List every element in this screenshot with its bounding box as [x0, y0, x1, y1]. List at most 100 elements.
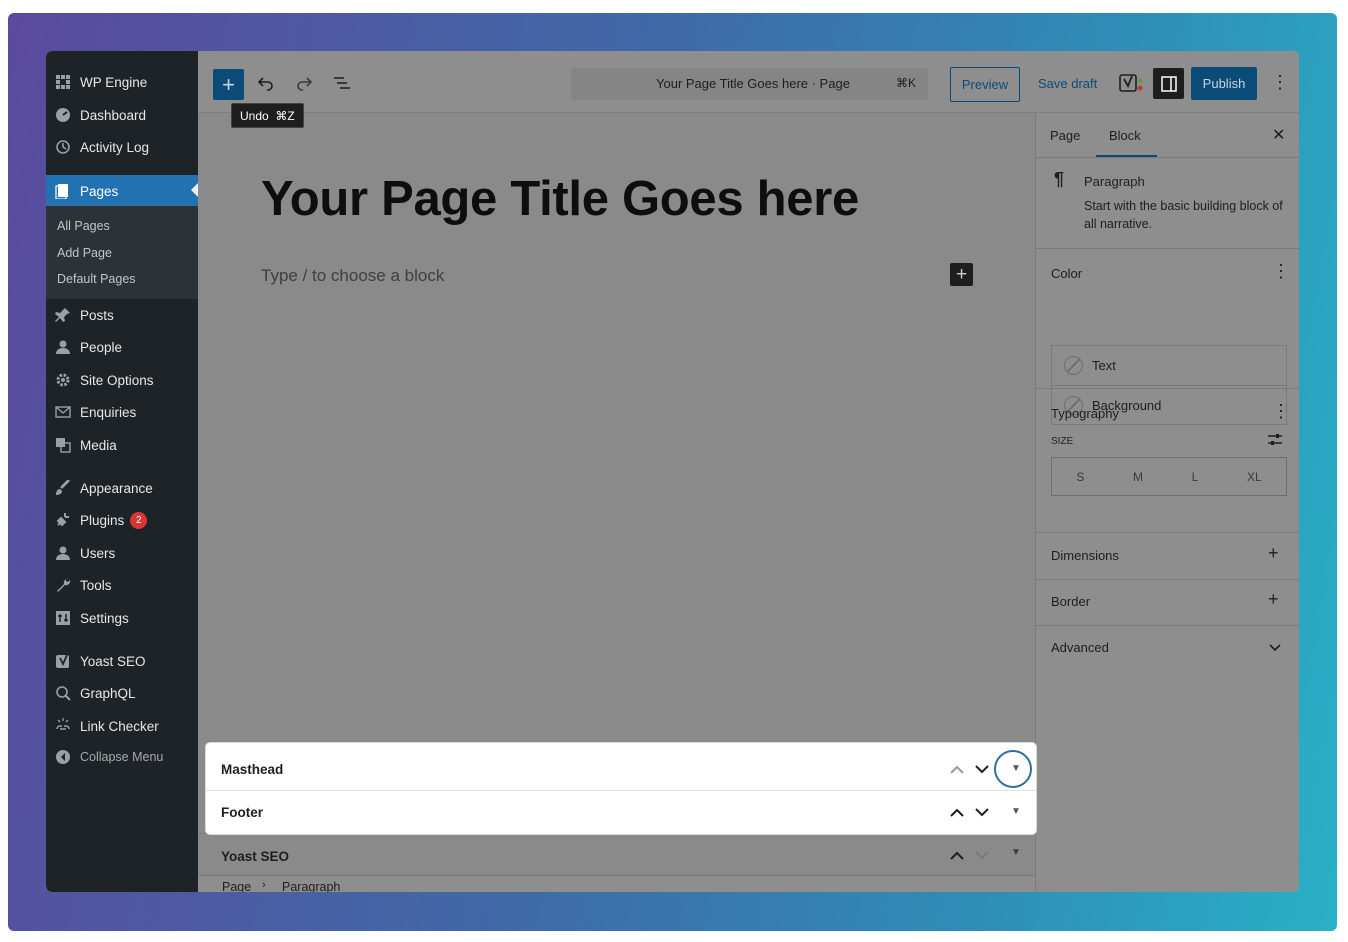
advanced-panel[interactable]: Advanced	[1036, 626, 1299, 671]
custom-size-toggle-icon[interactable]	[1267, 433, 1283, 447]
block-card: ¶ Paragraph Start with the basic buildin…	[1036, 158, 1299, 249]
color-option-label: Text	[1092, 358, 1116, 373]
yoast-icon	[1119, 74, 1143, 92]
dimensions-panel[interactable]: Dimensions +	[1036, 533, 1299, 580]
metabox-title: Footer	[221, 804, 263, 820]
close-icon[interactable]: ✕	[1272, 125, 1285, 145]
undo-button[interactable]	[254, 71, 278, 95]
submenu-default-pages[interactable]: Default Pages	[57, 272, 136, 286]
toggle-triangle-icon[interactable]: ▼	[1011, 847, 1021, 858]
pages-submenu: All Pages Add Page Default Pages	[46, 206, 198, 299]
sidebar-item-label: Site Options	[80, 372, 154, 388]
sidebar-item-label: People	[80, 339, 123, 355]
breadcrumb-paragraph[interactable]: Paragraph	[282, 880, 340, 892]
size-s-option[interactable]: S	[1076, 470, 1084, 484]
tab-block[interactable]: Block	[1109, 128, 1141, 143]
masthead-metabox[interactable]: Masthead ▼	[206, 748, 1036, 791]
document-overview-button[interactable]	[330, 71, 354, 95]
sidebar-item-plugins[interactable]: Plugins 2	[46, 505, 198, 535]
sidebar-item-settings[interactable]: Settings	[46, 603, 198, 633]
metabox-highlight-panel: Masthead ▼ Footer ▼	[206, 743, 1036, 834]
block-breadcrumb: Page › Paragraph	[198, 875, 1035, 892]
save-draft-button[interactable]: Save draft	[1038, 76, 1097, 91]
wp-engine-icon	[54, 73, 72, 91]
submenu-all-pages[interactable]: All Pages	[57, 219, 110, 233]
sidebar-item-site-options[interactable]: Site Options	[46, 365, 198, 395]
sidebar-item-appearance[interactable]: Appearance	[46, 473, 198, 503]
block-name: Paragraph	[1084, 174, 1145, 189]
chevron-up-icon[interactable]	[950, 765, 964, 774]
block-inserter-button[interactable]: +	[213, 69, 244, 100]
dimensions-heading: Dimensions	[1051, 548, 1119, 563]
chevron-up-icon[interactable]	[950, 808, 964, 817]
sidebar-item-dashboard[interactable]: Dashboard	[46, 100, 198, 130]
plug-icon	[54, 511, 72, 529]
plus-icon: +	[955, 263, 968, 285]
block-placeholder[interactable]: Type / to choose a block	[261, 266, 444, 286]
footer-metabox[interactable]: Footer ▼	[206, 791, 1036, 833]
color-text-option[interactable]: Text	[1052, 346, 1286, 385]
breadcrumb-page[interactable]: Page	[222, 880, 251, 892]
block-inspector: Page Block ✕ ¶ Paragraph Start with the …	[1035, 113, 1299, 892]
size-xl-option[interactable]: XL	[1247, 470, 1262, 484]
publish-button[interactable]: Publish	[1191, 67, 1257, 100]
list-view-icon	[334, 77, 350, 89]
toggle-triangle-icon[interactable]: ▼	[1011, 763, 1021, 774]
sidebar-item-activity-log[interactable]: Activity Log	[46, 132, 198, 162]
dashboard-icon	[54, 106, 72, 124]
sidebar-item-label: Pages	[80, 183, 119, 199]
graphql-icon	[54, 684, 72, 702]
chevron-down-icon[interactable]	[975, 765, 989, 774]
sidebar-item-graphql[interactable]: GraphQL	[46, 678, 198, 708]
sidebar-item-pages[interactable]: Pages	[46, 175, 198, 207]
plus-icon: +	[1268, 543, 1279, 563]
yoast-seo-toolbar-button[interactable]	[1118, 72, 1144, 96]
empty-swatch-icon	[1064, 356, 1083, 375]
redo-icon	[297, 77, 313, 91]
plus-icon: +	[1268, 589, 1279, 609]
yoast-seo-metabox[interactable]: Yoast SEO ▼	[198, 833, 1035, 876]
metabox-title: Yoast SEO	[221, 849, 290, 864]
sidebar-item-wp-engine[interactable]: WP Engine	[46, 67, 198, 97]
sidebar-item-posts[interactable]: Posts	[46, 300, 198, 330]
options-kebab-icon[interactable]: ⋮	[1271, 72, 1289, 93]
sidebar-item-label: Yoast SEO	[80, 653, 146, 669]
tab-page[interactable]: Page	[1050, 128, 1080, 143]
sidebar-item-tools[interactable]: Tools	[46, 570, 198, 600]
chevron-up-icon[interactable]	[950, 851, 964, 860]
redo-button[interactable]	[292, 71, 316, 95]
preview-button[interactable]: Preview	[950, 67, 1020, 102]
sidebar-item-people[interactable]: People	[46, 332, 198, 362]
toggle-triangle-icon[interactable]: ▼	[1011, 806, 1021, 817]
sidebar-item-enquiries[interactable]: Enquiries	[46, 397, 198, 427]
submenu-add-page[interactable]: Add Page	[57, 246, 112, 260]
sidebar-item-media[interactable]: Media	[46, 430, 198, 460]
sidebar-item-label: Plugins	[80, 512, 125, 528]
chevron-down-icon[interactable]	[975, 851, 989, 860]
page-title[interactable]: Your Page Title Goes here	[261, 171, 859, 227]
size-l-option[interactable]: L	[1192, 470, 1199, 484]
undo-tooltip: Undo ⌘Z	[231, 103, 304, 128]
inspector-tabs: Page Block ✕	[1036, 113, 1299, 158]
sidebar-item-link-checker[interactable]: Link Checker	[46, 711, 198, 741]
chevron-down-icon	[1269, 644, 1281, 652]
inline-inserter-button[interactable]: +	[950, 263, 973, 286]
chevron-down-icon[interactable]	[975, 808, 989, 817]
border-heading: Border	[1051, 594, 1091, 609]
typography-heading: Typography	[1051, 406, 1119, 421]
sidebar-item-yoast-seo[interactable]: Yoast SEO	[46, 646, 198, 676]
sidebar-icon	[1160, 75, 1177, 92]
size-m-option[interactable]: M	[1133, 470, 1143, 484]
users-icon	[54, 544, 72, 562]
sidebar-item-label: Activity Log	[80, 139, 150, 155]
color-options-kebab-icon[interactable]: ⋮	[1272, 261, 1290, 282]
collapse-menu-button[interactable]: Collapse Menu	[46, 742, 198, 772]
font-size-picker: S M L XL	[1051, 457, 1287, 496]
settings-sidebar-toggle[interactable]	[1153, 68, 1184, 99]
command-shortcut: ⌘K	[895, 76, 916, 90]
command-palette-bar[interactable]: Your Page Title Goes here · Page ⌘K	[571, 68, 928, 100]
border-panel[interactable]: Border +	[1036, 580, 1299, 626]
sidebar-item-users[interactable]: Users	[46, 538, 198, 568]
typography-options-kebab-icon[interactable]: ⋮	[1272, 401, 1290, 422]
editor-toolbar: + Your Page Title Goes here · Page ⌘K Pr…	[198, 51, 1299, 128]
